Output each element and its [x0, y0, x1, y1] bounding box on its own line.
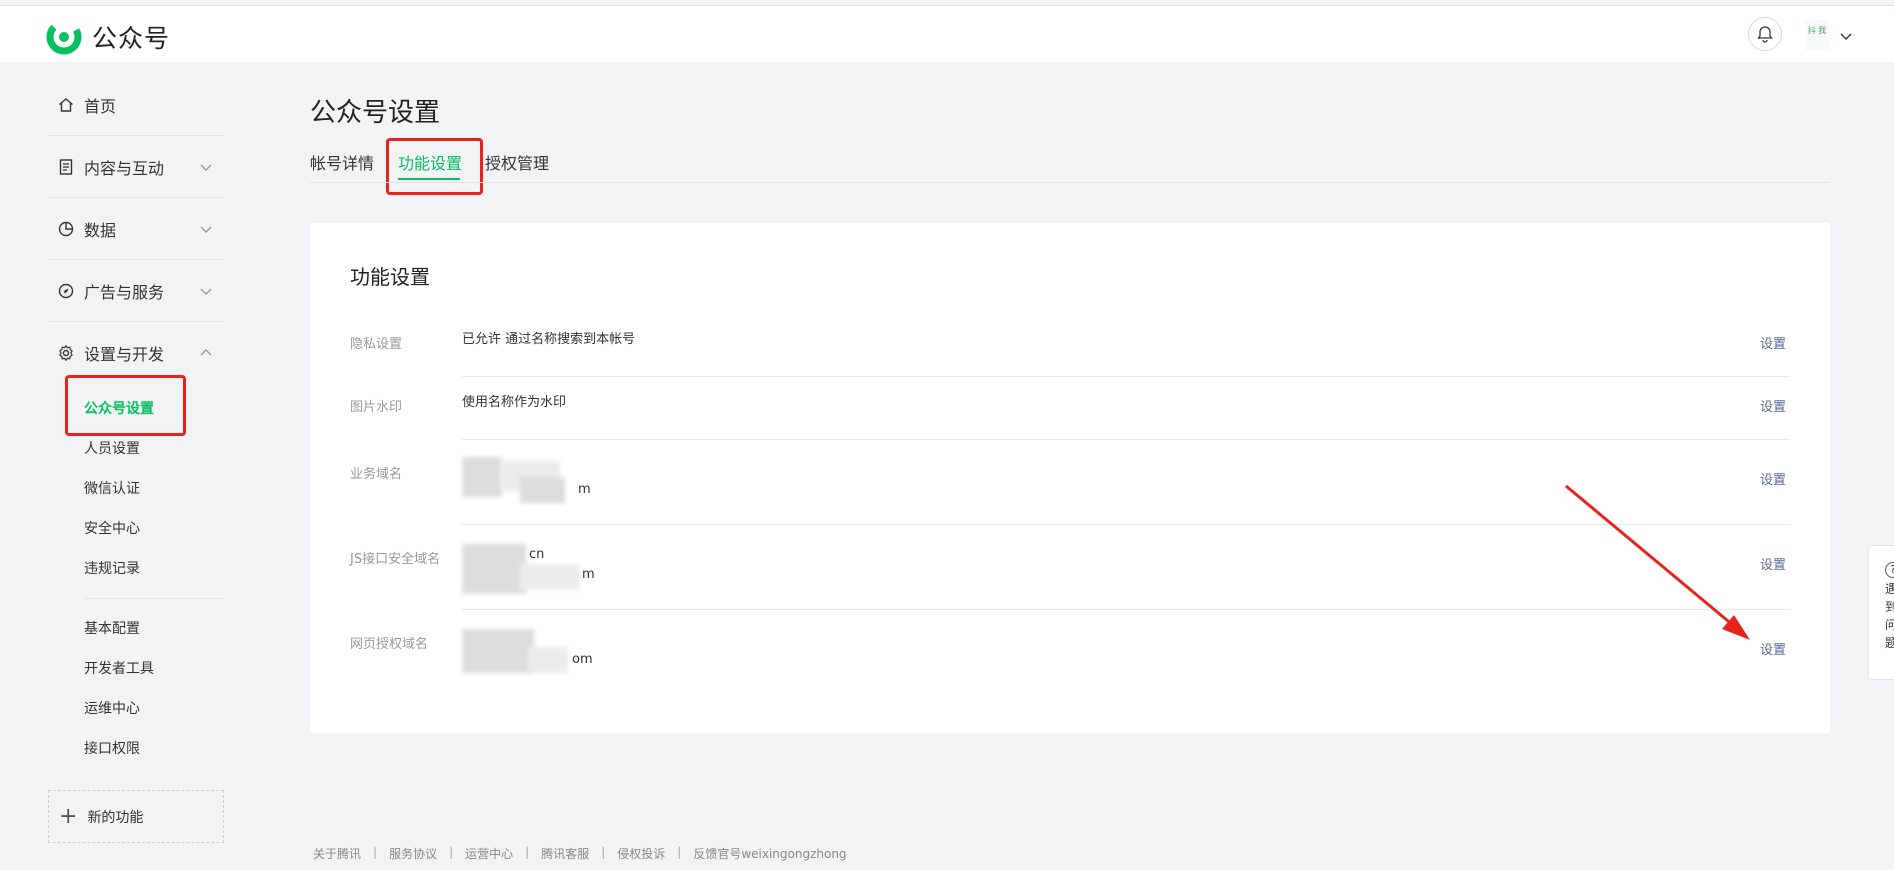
footer-separator: | — [677, 845, 682, 859]
row-label: 网页授权域名 — [350, 637, 429, 652]
row-label: 图片水印 — [350, 400, 403, 415]
privacy-settings-link[interactable]: 设置 — [1760, 333, 1786, 352]
page-title: 公众号设置 — [310, 98, 441, 128]
row-value: 已允许 通过名称搜索到本帐号 — [462, 332, 636, 347]
sidebar-item-label: 内容与互动 — [84, 158, 165, 178]
footer-link-feedback[interactable]: 反馈官号weixingongzhong — [693, 845, 846, 862]
home-icon — [59, 97, 73, 112]
row-value-line1: cn — [529, 547, 545, 562]
redacted-area — [462, 544, 526, 594]
sidebar-item-label: 数据 — [84, 220, 117, 240]
row-label: JS接口安全域名 — [350, 552, 441, 567]
sidebar: 首页 内容与互动 数据 广告与服务 设置与开发 公众号设置 人员设置 微信认证 … — [48, 62, 226, 870]
top-bar: 公众号 抖 我 — [0, 5, 1894, 62]
gear-icon — [59, 344, 73, 362]
row-value-line2: m — [578, 482, 591, 497]
sidebar-item-label: 广告与服务 — [84, 282, 165, 302]
redacted-area — [462, 457, 502, 497]
row-value: 使用名称作为水印 — [462, 395, 567, 410]
sidebar-item-label: 首页 — [84, 96, 117, 116]
sidebar-subitem-basic-config[interactable]: 基本配置 — [84, 618, 140, 638]
document-icon — [59, 158, 73, 175]
logo[interactable]: 公众号 — [46, 19, 170, 55]
footer-separator: | — [373, 845, 378, 859]
row-divider — [462, 439, 1790, 440]
footer-separator: | — [449, 845, 454, 859]
help-char: 题 — [1885, 636, 1894, 650]
help-char: 到 — [1885, 600, 1894, 614]
row-label: 业务域名 — [350, 467, 403, 482]
bell-icon — [1757, 26, 1773, 43]
sidebar-item-label: 设置与开发 — [84, 345, 165, 364]
tab-feature-settings[interactable]: 功能设置 — [398, 150, 462, 174]
footer-link-complaints[interactable]: 侵权投诉 — [617, 845, 665, 862]
footer-separator: | — [601, 845, 606, 859]
help-tab[interactable]: ? 遇 到 问 题 — [1868, 545, 1894, 680]
sidebar-subitem-violation-records[interactable]: 违规记录 — [84, 558, 140, 578]
wechat-official-logo-icon — [46, 19, 82, 55]
footer-separator: | — [525, 845, 530, 859]
watermark-settings-link[interactable]: 设置 — [1760, 396, 1786, 415]
sidebar-subitem-ops-center[interactable]: 运维中心 — [84, 698, 140, 718]
compass-icon — [58, 283, 74, 298]
footer-link-about[interactable]: 关于腾讯 — [313, 845, 361, 862]
chevron-down-icon — [200, 226, 212, 233]
footer-link-support[interactable]: 腾讯客服 — [541, 845, 589, 862]
new-feature-label: 新的功能 — [87, 809, 144, 826]
js-domain-settings-link[interactable]: 设置 — [1760, 554, 1786, 573]
redacted-area — [520, 564, 580, 590]
tab-bar: 帐号详情 功能设置 授权管理 — [310, 150, 1830, 183]
row-value-line2: om — [572, 652, 593, 667]
row-value-line2: m — [582, 567, 595, 582]
feature-settings-card: 功能设置 隐私设置 已允许 通过名称搜索到本帐号 设置 图片水印 使用名称作为水… — [310, 223, 1830, 733]
sidebar-divider — [84, 598, 224, 599]
footer-link-ops-center[interactable]: 运营中心 — [465, 845, 513, 862]
row-divider — [462, 524, 1790, 525]
sidebar-item-ads[interactable]: 广告与服务 — [48, 260, 224, 322]
highlight-box-sidebar — [65, 375, 186, 436]
pie-chart-icon — [58, 221, 74, 236]
chevron-up-icon — [200, 349, 212, 356]
sidebar-subitem-security-center[interactable]: 安全中心 — [84, 518, 140, 538]
sidebar-subitem-api-permissions[interactable]: 接口权限 — [84, 738, 140, 758]
chevron-down-icon — [200, 288, 212, 295]
sidebar-item-data[interactable]: 数据 — [48, 198, 224, 260]
card-title: 功能设置 — [350, 265, 430, 289]
notification-button[interactable] — [1748, 17, 1782, 51]
sidebar-subitem-wechat-verification[interactable]: 微信认证 — [84, 478, 140, 498]
redacted-area — [462, 629, 534, 673]
redacted-area — [528, 647, 568, 673]
avatar[interactable]: 抖 我 — [1805, 20, 1829, 50]
new-feature-button[interactable]: + 新的功能 — [48, 790, 224, 843]
tab-authorization[interactable]: 授权管理 — [485, 150, 549, 174]
footer-link-terms[interactable]: 服务协议 — [389, 845, 437, 862]
chevron-down-icon — [200, 164, 212, 171]
redacted-area — [520, 477, 565, 503]
help-char: 问 — [1885, 618, 1894, 632]
tab-account-details[interactable]: 帐号详情 — [310, 150, 374, 174]
chevron-down-icon[interactable] — [1838, 28, 1854, 44]
active-tab-indicator — [398, 178, 460, 180]
row-divider — [462, 376, 1790, 377]
row-label: 隐私设置 — [350, 337, 403, 352]
help-char: 遇 — [1885, 582, 1894, 596]
app-name: 公众号 — [92, 24, 171, 53]
footer: 关于腾讯 | 服务协议 | 运营中心 | 腾讯客服 | 侵权投诉 | 反馈官号w… — [313, 845, 847, 862]
sidebar-item-home[interactable]: 首页 — [48, 74, 224, 136]
plus-icon: + — [59, 803, 78, 829]
sidebar-item-content[interactable]: 内容与互动 — [48, 136, 224, 198]
business-domain-settings-link[interactable]: 设置 — [1760, 469, 1786, 488]
sidebar-subitem-developer-tools[interactable]: 开发者工具 — [84, 658, 154, 678]
oauth-domain-settings-link[interactable]: 设置 — [1760, 639, 1786, 658]
row-divider — [462, 609, 1790, 610]
sidebar-subitem-staff-settings[interactable]: 人员设置 — [84, 438, 140, 458]
question-icon: ? — [1885, 562, 1894, 578]
